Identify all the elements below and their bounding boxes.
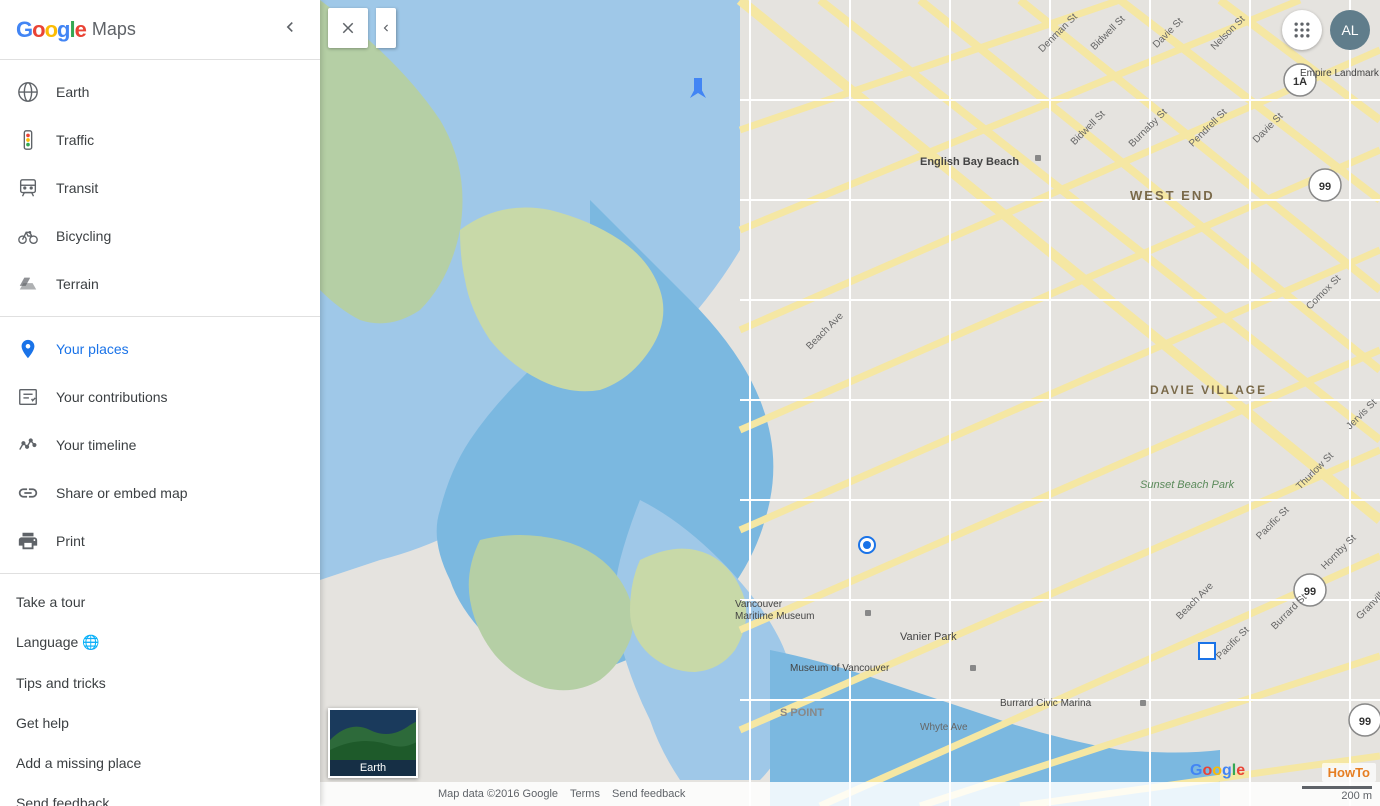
svg-text:Maritime Museum: Maritime Museum: [735, 611, 814, 622]
svg-text:English Bay Beach: English Bay Beach: [920, 156, 1019, 168]
svg-text:S POINT: S POINT: [780, 707, 824, 719]
sidebar-collapse-button[interactable]: [276, 13, 304, 47]
svg-text:Google: Google: [1190, 762, 1245, 779]
traffic-label: Traffic: [56, 132, 94, 148]
sidebar-item-share-embed[interactable]: Share or embed map: [0, 469, 320, 517]
sidebar-item-earth[interactable]: Earth: [0, 68, 320, 116]
svg-text:Empire Landmark: Empire Landmark: [1300, 68, 1380, 79]
app-title: Maps: [92, 19, 136, 40]
scale-label: 200 m: [1341, 790, 1372, 802]
svg-text:Vanier Park: Vanier Park: [900, 631, 957, 643]
contributions-label: Your contributions: [56, 389, 168, 405]
bicycling-icon: [16, 224, 40, 248]
google-apps-button[interactable]: [1282, 10, 1322, 50]
user-avatar[interactable]: AL: [1330, 10, 1370, 50]
user-section: Your places Your contributions Your time…: [0, 317, 320, 574]
map-data-text: Map data ©2016 Google: [438, 788, 558, 800]
transit-icon: [16, 176, 40, 200]
sidebar-item-transit[interactable]: Transit: [0, 164, 320, 212]
svg-text:WEST END: WEST END: [1130, 188, 1215, 203]
timeline-label: Your timeline: [56, 437, 136, 453]
terms-link[interactable]: Terms: [570, 788, 600, 800]
sidebar: Google Maps Earth Traffic: [0, 0, 320, 806]
map-canvas: 1A 99 99 99 Denman St Bidwell St Davie S…: [320, 0, 1380, 806]
sidebar-item-your-places[interactable]: Your places: [0, 325, 320, 373]
sidebar-item-get-help[interactable]: Get help: [0, 703, 320, 743]
print-icon: [16, 529, 40, 553]
map-close-button[interactable]: [328, 8, 368, 48]
pin-icon: [16, 337, 40, 361]
map-bottom-bar: Map data ©2016 Google Terms Send feedbac…: [320, 782, 1380, 806]
howto-watermark: HowTo: [1322, 763, 1376, 782]
earth-icon: [16, 80, 40, 104]
transit-label: Transit: [56, 180, 98, 196]
svg-text:Museum of Vancouver: Museum of Vancouver: [790, 663, 890, 674]
feedback-link[interactable]: Send feedback: [612, 788, 685, 800]
bicycling-label: Bicycling: [56, 228, 111, 244]
traffic-icon: [16, 128, 40, 152]
share-embed-label: Share or embed map: [56, 485, 188, 501]
earth-label: Earth: [56, 84, 89, 100]
earth-thumbnail[interactable]: Earth: [328, 708, 418, 778]
sidebar-item-traffic[interactable]: Traffic: [0, 116, 320, 164]
your-places-label: Your places: [56, 341, 129, 357]
svg-text:Sunset Beach Park: Sunset Beach Park: [1140, 479, 1235, 491]
svg-text:99: 99: [1304, 586, 1316, 598]
print-label: Print: [56, 533, 85, 549]
svg-text:Vancouver: Vancouver: [735, 599, 783, 610]
sidebar-item-language[interactable]: Language 🌐: [0, 622, 320, 663]
sidebar-item-tips-tricks[interactable]: Tips and tricks: [0, 663, 320, 703]
google-maps-logo: Google Maps: [16, 17, 136, 43]
link-icon: [16, 481, 40, 505]
svg-text:Whyte Ave: Whyte Ave: [920, 722, 968, 733]
svg-text:99: 99: [1359, 716, 1371, 728]
earth-thumbnail-label: Earth: [330, 760, 416, 776]
misc-section: Take a tour Language 🌐 Tips and tricks G…: [0, 574, 320, 806]
sidebar-item-take-tour[interactable]: Take a tour: [0, 582, 320, 622]
sidebar-item-print[interactable]: Print: [0, 517, 320, 565]
map-types-section: Earth Traffic Transit Bicycling: [0, 60, 320, 317]
sidebar-header: Google Maps: [0, 0, 320, 60]
terrain-label: Terrain: [56, 276, 99, 292]
sidebar-item-your-timeline[interactable]: Your timeline: [0, 421, 320, 469]
svg-text:99: 99: [1319, 181, 1331, 193]
terrain-icon: [16, 272, 40, 296]
map-panel-collapse-button[interactable]: [376, 8, 396, 48]
sidebar-item-send-feedback[interactable]: Send feedback: [0, 783, 320, 806]
sidebar-item-your-contributions[interactable]: Your contributions: [0, 373, 320, 421]
sidebar-item-terrain[interactable]: Terrain: [0, 260, 320, 308]
svg-text:Burrard Civic Marina: Burrard Civic Marina: [1000, 698, 1092, 709]
svg-text:DAVIE VILLAGE: DAVIE VILLAGE: [1150, 383, 1267, 397]
timeline-icon: [16, 433, 40, 457]
sidebar-item-bicycling[interactable]: Bicycling: [0, 212, 320, 260]
contributions-icon: [16, 385, 40, 409]
map-area[interactable]: 1A 99 99 99 Denman St Bidwell St Davie S…: [320, 0, 1380, 806]
sidebar-item-add-missing[interactable]: Add a missing place: [0, 743, 320, 783]
map-top-right-controls: AL: [1282, 10, 1370, 50]
